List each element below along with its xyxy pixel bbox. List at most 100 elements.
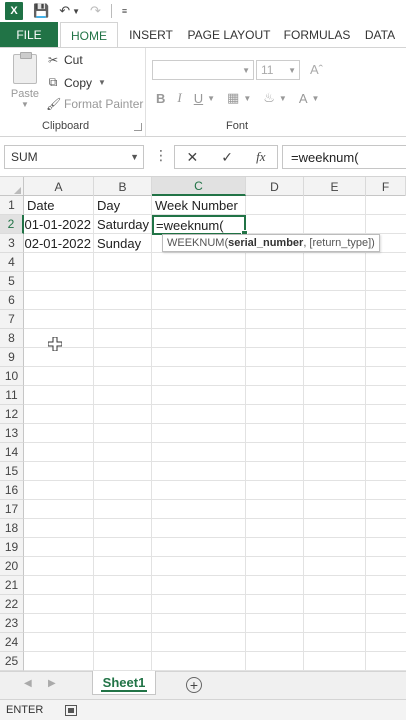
row-gridline [24,499,406,500]
copy-button[interactable]: ⧉ Copy ▼ [46,75,106,90]
row-gridline [24,404,406,405]
row-header-9[interactable]: 9 [0,348,24,367]
chevron-down-icon: ▼ [288,65,296,75]
save-icon[interactable]: 💾 [33,3,49,19]
clipboard-launcher-icon[interactable] [134,123,142,131]
row-header-23[interactable]: 23 [0,614,24,633]
format-painter-button[interactable]: 🖌 Format Painter [46,97,143,111]
row-header-19[interactable]: 19 [0,538,24,557]
underline-dropdown-icon[interactable]: ▼ [207,94,215,103]
customize-toolbar-icon[interactable]: ≡ [122,6,127,16]
row-header-13[interactable]: 13 [0,424,24,443]
enter-check-icon[interactable]: ✓ [221,149,233,166]
row-header-11[interactable]: 11 [0,386,24,405]
row-header-12[interactable]: 12 [0,405,24,424]
font-group-label: Font [226,120,249,132]
row-header-22[interactable]: 22 [0,595,24,614]
row-header-10[interactable]: 10 [0,367,24,386]
tab-file[interactable]: FILE [0,22,58,48]
column-header-c[interactable]: C [152,177,246,196]
row-gridline [24,632,406,633]
tab-data[interactable]: DATA [360,22,400,48]
row-header-18[interactable]: 18 [0,519,24,538]
add-sheet-icon[interactable]: + [186,677,202,693]
cell-b2[interactable]: Saturday [94,215,152,234]
cell-b3[interactable]: Sunday [94,234,152,253]
increase-font-size-icon[interactable]: Aˆ [310,62,323,77]
cut-button[interactable]: ✂ Cut [46,53,83,67]
cancel-icon[interactable]: ✕ [187,149,199,166]
font-name-dropdown[interactable]: ▼ [152,60,254,80]
row-header-1[interactable]: 1 [0,196,24,215]
select-all-corner[interactable] [0,177,24,196]
row-header-24[interactable]: 24 [0,633,24,652]
tab-page-layout[interactable]: PAGE LAYOUT [184,22,274,48]
fill-color-icon[interactable]: ♨ [263,90,275,106]
row-gridline [24,575,406,576]
row-gridline [24,537,406,538]
tab-formulas[interactable]: FORMULAS [274,22,360,48]
row-gridline [24,594,406,595]
cell-b1[interactable]: Day [94,196,152,215]
status-bar: ENTER [0,699,406,720]
row-header-8[interactable]: 8 [0,329,24,348]
row-header-16[interactable]: 16 [0,481,24,500]
italic-icon[interactable]: I [177,90,181,106]
row-header-5[interactable]: 5 [0,272,24,291]
column-gridline [151,196,152,671]
row-header-15[interactable]: 15 [0,462,24,481]
row-header-21[interactable]: 21 [0,576,24,595]
undo-icon[interactable]: ↶ [59,3,70,19]
quick-access-toolbar: X 💾 ↶ ▼ ↷ ≡ [0,0,406,22]
active-cell-c2[interactable]: =weeknum( [152,215,248,237]
row-header-6[interactable]: 6 [0,291,24,310]
cell-c1[interactable]: Week Number [152,196,246,215]
macro-record-icon[interactable] [65,704,78,716]
column-header-d[interactable]: D [246,177,304,196]
paintbrush-icon: 🖌 [46,97,62,111]
scissors-icon: ✂ [47,53,59,67]
column-header-e[interactable]: E [304,177,366,196]
column-header-a[interactable]: A [24,177,94,196]
cut-label: Cut [64,53,83,67]
insert-function-icon[interactable]: fx [256,149,265,165]
formula-input[interactable]: =weeknum( [282,145,406,169]
row-header-14[interactable]: 14 [0,443,24,462]
formula-bar-resize-handle[interactable]: ⋮ [154,147,168,164]
row-gridline [24,366,406,367]
font-color-icon[interactable]: A [299,91,308,106]
row-header-25[interactable]: 25 [0,652,24,671]
column-header-f[interactable]: F [366,177,406,196]
column-header-b[interactable]: B [94,177,152,196]
redo-icon[interactable]: ↷ [90,3,101,19]
tooltip-argument-serial-number[interactable]: serial_number [228,237,303,249]
paste-button[interactable]: Paste ▼ [8,52,42,109]
cell-a1[interactable]: Date [24,196,94,215]
cell-a3[interactable]: 02-01-2022 [24,234,94,253]
next-sheet-icon[interactable]: ▶ [48,678,56,689]
row-header-2[interactable]: 2 [0,215,24,234]
fill-color-dropdown-icon[interactable]: ▼ [279,94,287,103]
row-gridline [24,442,406,443]
cell-cursor-icon [48,337,62,351]
bold-icon[interactable]: B [156,91,165,106]
borders-dropdown-icon[interactable]: ▼ [243,94,251,103]
borders-icon[interactable]: ▦ [227,90,239,106]
undo-dropdown-icon[interactable]: ▼ [72,7,80,16]
sheet-tab-sheet1[interactable]: Sheet1 [92,671,156,695]
row-header-7[interactable]: 7 [0,310,24,329]
name-box[interactable]: SUM ▼ [4,145,144,169]
cell-a2[interactable]: 01-01-2022 [24,215,94,234]
row-header-4[interactable]: 4 [0,253,24,272]
previous-sheet-icon[interactable]: ◀ [24,678,32,689]
font-size-dropdown[interactable]: 11 ▼ [256,60,300,80]
tab-insert[interactable]: INSERT [118,22,184,48]
spreadsheet-grid[interactable]: A B C D E F 1 2 3 4 5 6 7 8 9 10 11 12 13 14 15 16 17 18 1… [0,177,406,671]
tab-home[interactable]: HOME [60,22,118,48]
underline-icon[interactable]: U [194,91,203,106]
name-box-value: SUM [11,150,38,164]
row-header-3[interactable]: 3 [0,234,24,253]
row-header-20[interactable]: 20 [0,557,24,576]
font-color-dropdown-icon[interactable]: ▼ [312,94,320,103]
row-header-17[interactable]: 17 [0,500,24,519]
